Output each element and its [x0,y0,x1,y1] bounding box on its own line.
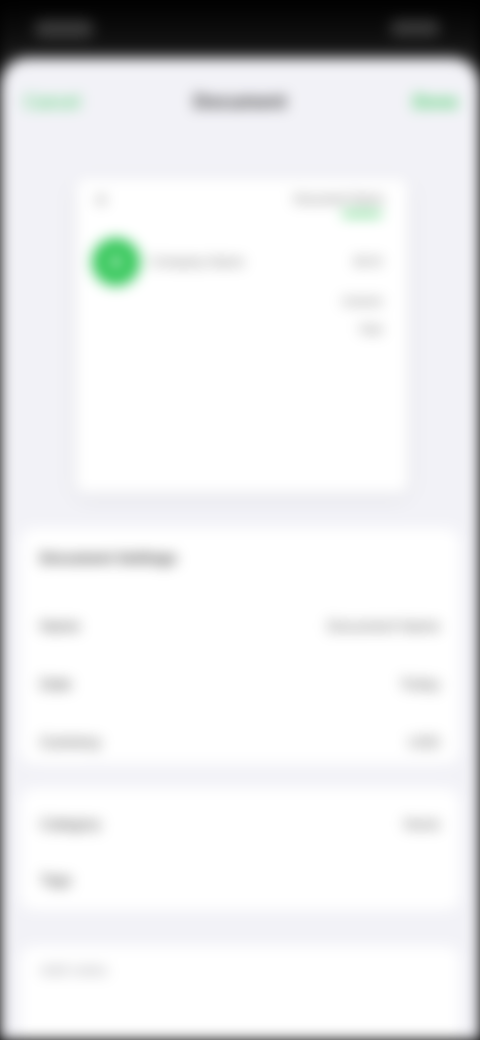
row-date[interactable]: Date Today [40,664,440,704]
avatar-initial: A [109,251,123,272]
row-tags[interactable]: Tags [40,860,440,900]
row-value: Document Name [327,617,440,635]
row-name[interactable]: Name Document Name [40,606,440,646]
avatar: A [92,238,140,286]
extra-section: Category None Tags [20,788,460,910]
done-button[interactable]: Done [413,92,458,113]
preview-amount: $0.00 [354,256,382,268]
preview-company-name: Company Name [150,254,244,269]
page-title: Document [193,92,287,113]
row-label: Date [40,675,72,693]
row-value: USD [408,733,440,751]
close-icon: × [96,190,107,210]
section-title: Document Settings [40,550,177,567]
row-label: Category [40,815,101,833]
screen: Cancel Document Done × Document Name A C… [0,0,480,1040]
document-preview[interactable]: × Document Name A Company Name $0.00 Sub… [76,178,408,493]
row-category[interactable]: Category None [40,804,440,844]
row-value: None [404,815,440,833]
row-currency[interactable]: Currency USD [40,722,440,762]
nav-bar: Cancel Document Done [0,58,480,148]
preview-subtotal: Subtotal [341,296,382,308]
preview-header-text: Document Name [293,192,384,206]
preview-total: Total [358,324,382,336]
preview-header-underline [342,212,382,216]
status-time [34,20,94,38]
cancel-button[interactable]: Cancel [24,92,80,113]
row-label: Name [40,617,81,635]
row-label: Tags [40,871,72,889]
modal-sheet: Cancel Document Done × Document Name A C… [0,58,480,1040]
row-value: Today [399,675,440,693]
status-icons [390,20,440,36]
notes-field[interactable]: Add notes [40,962,108,979]
notes-section[interactable]: Add notes [20,946,460,1040]
row-label: Currency [40,733,101,751]
details-section: Document Settings Name Document Name Dat… [20,528,460,764]
